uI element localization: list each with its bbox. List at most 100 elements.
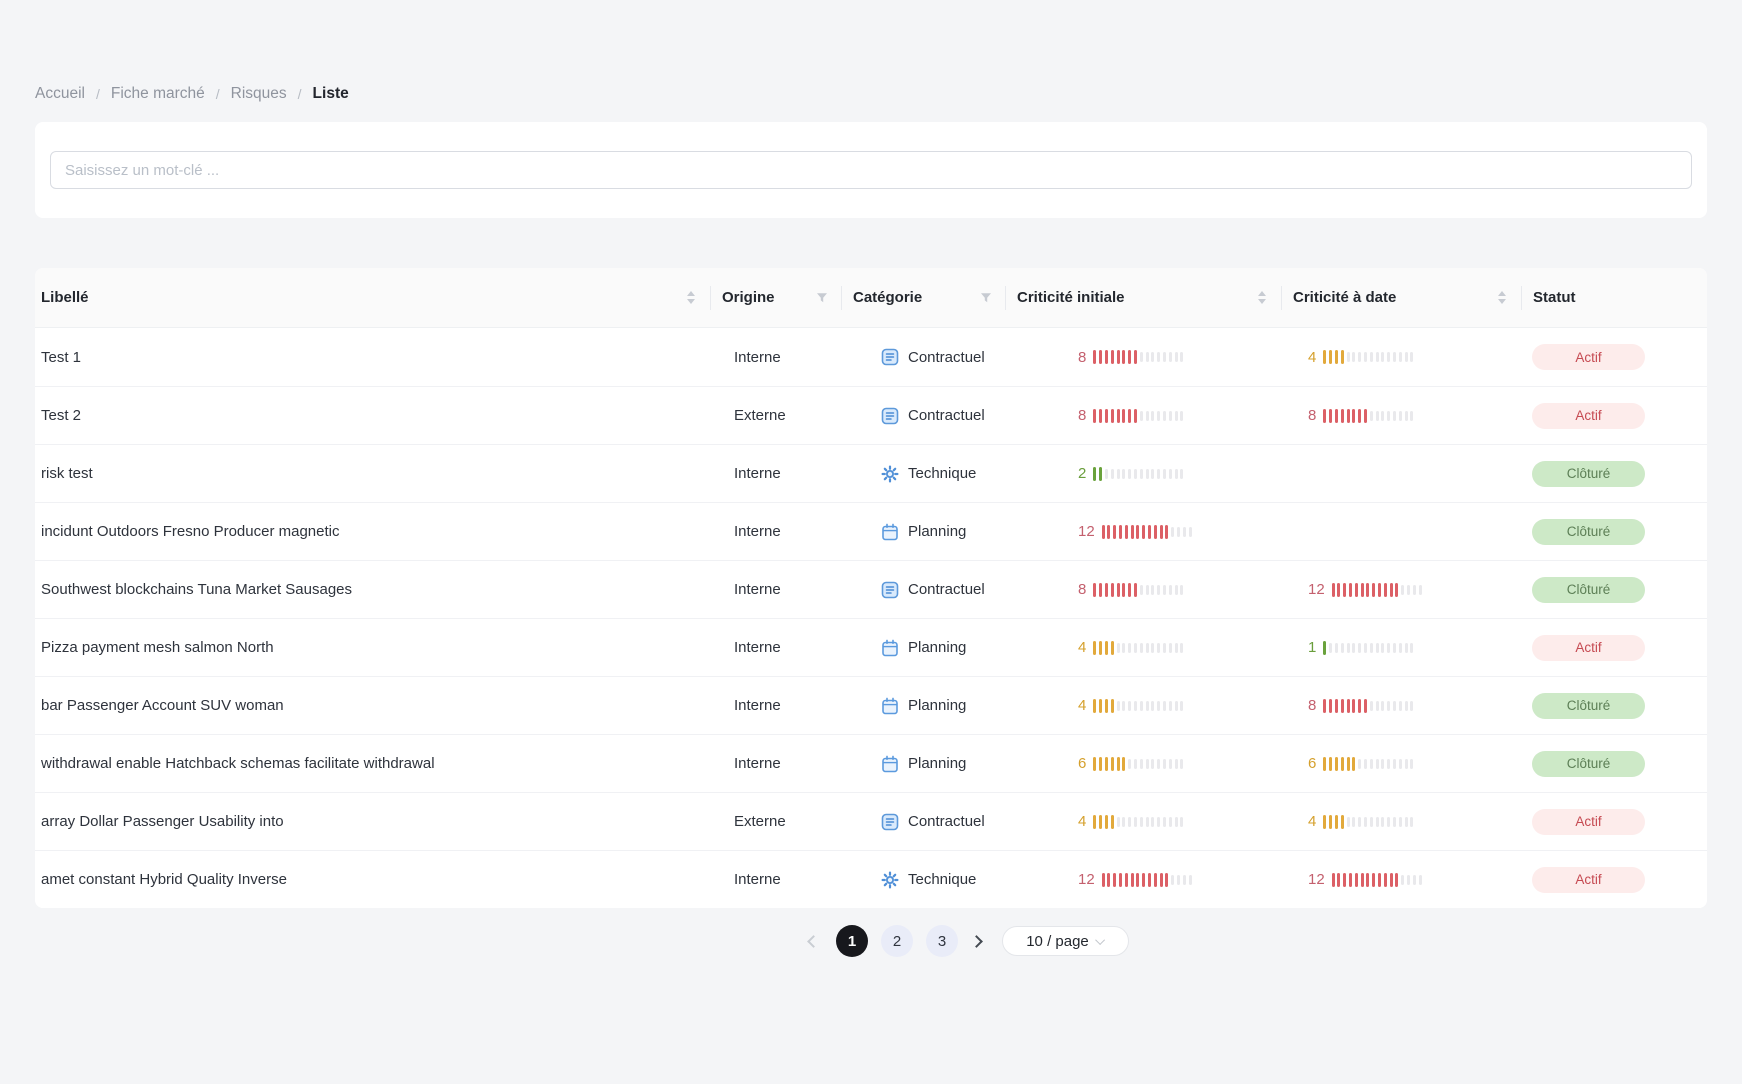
origin-value: Interne <box>734 639 781 656</box>
criticity-bars <box>1332 873 1425 887</box>
criticity-initial-gauge: 6 <box>1078 755 1186 772</box>
criticity-initial-gauge: 8 <box>1078 407 1186 424</box>
chevron-right-icon <box>970 935 983 948</box>
calendar-icon <box>881 639 899 657</box>
criticity-value: 1 <box>1308 639 1316 656</box>
filter-icon[interactable] <box>980 292 992 304</box>
criticity-value: 6 <box>1078 755 1086 772</box>
breadcrumb-liste-current: Liste <box>313 85 349 103</box>
table-row[interactable]: Southwest blockchains Tuna Market Sausag… <box>35 560 1707 618</box>
risk-label: Test 2 <box>41 407 81 424</box>
category-value: Planning <box>908 755 966 772</box>
table-row[interactable]: bar Passenger Account SUV woman Interne … <box>35 676 1707 734</box>
criticity-initial-gauge: 8 <box>1078 349 1186 366</box>
criticity-bars <box>1093 409 1186 423</box>
contract-icon <box>881 407 899 425</box>
filter-icon[interactable] <box>816 292 828 304</box>
pagination: 1 2 3 10 / page <box>803 925 1129 957</box>
criticity-value: 8 <box>1078 581 1086 598</box>
sort-icon[interactable] <box>687 291 695 304</box>
table-row[interactable]: array Dollar Passenger Usability into Ex… <box>35 792 1707 850</box>
criticity-value: 12 <box>1308 871 1325 888</box>
criticity-value: 12 <box>1078 871 1095 888</box>
category-value: Planning <box>908 639 966 656</box>
table-row[interactable]: withdrawal enable Hatchback schemas faci… <box>35 734 1707 792</box>
search-input[interactable] <box>50 151 1692 189</box>
risk-label: withdrawal enable Hatchback schemas faci… <box>41 755 435 772</box>
risk-label: amet constant Hybrid Quality Inverse <box>41 871 287 888</box>
criticity-current-gauge: 4 <box>1308 349 1416 366</box>
table-row[interactable]: Test 1 Interne Contractuel 8 4 Actif <box>35 328 1707 386</box>
origin-value: Interne <box>734 465 781 482</box>
criticity-value: 8 <box>1078 349 1086 366</box>
criticity-initial-gauge: 12 <box>1078 523 1194 540</box>
criticity-bars <box>1093 467 1186 481</box>
table-row[interactable]: incidunt Outdoors Fresno Producer magnet… <box>35 502 1707 560</box>
criticity-value: 8 <box>1308 407 1316 424</box>
origin-value: Interne <box>734 697 781 714</box>
page-button-1[interactable]: 1 <box>836 925 868 957</box>
column-header-statut: Statut <box>1521 268 1707 327</box>
previous-page-button[interactable] <box>803 925 823 957</box>
origin-value: Interne <box>734 581 781 598</box>
status-badge: Actif <box>1532 635 1645 661</box>
breadcrumb-separator: / <box>298 86 302 102</box>
criticity-current-gauge: 12 <box>1308 871 1424 888</box>
criticity-value: 4 <box>1078 697 1086 714</box>
criticity-initial-gauge: 4 <box>1078 813 1186 830</box>
category-value: Technique <box>908 871 976 888</box>
criticity-bars <box>1093 699 1186 713</box>
criticity-initial-gauge: 2 <box>1078 465 1186 482</box>
criticity-bars <box>1323 815 1416 829</box>
criticity-bars <box>1332 583 1425 597</box>
status-badge: Clôturé <box>1532 577 1645 603</box>
criticity-current-gauge: 4 <box>1308 813 1416 830</box>
criticity-value: 8 <box>1078 407 1086 424</box>
criticity-initial-gauge: 12 <box>1078 871 1194 888</box>
table-row[interactable]: amet constant Hybrid Quality Inverse Int… <box>35 850 1707 908</box>
criticity-initial-gauge: 4 <box>1078 697 1186 714</box>
column-label: Origine <box>722 289 775 306</box>
breadcrumb-accueil[interactable]: Accueil <box>35 85 85 103</box>
origin-value: Interne <box>734 523 781 540</box>
contract-icon <box>881 813 899 831</box>
criticity-value: 12 <box>1308 581 1325 598</box>
breadcrumb-fiche-marche[interactable]: Fiche marché <box>111 85 205 103</box>
category-value: Contractuel <box>908 813 985 830</box>
category-value: Technique <box>908 465 976 482</box>
breadcrumb-risques[interactable]: Risques <box>231 85 287 103</box>
criticity-bars <box>1093 583 1186 597</box>
search-card <box>35 122 1707 218</box>
page-button-3[interactable]: 3 <box>926 925 958 957</box>
page-button-2[interactable]: 2 <box>881 925 913 957</box>
criticity-bars <box>1102 873 1195 887</box>
sort-icon[interactable] <box>1258 291 1266 304</box>
origin-value: Interne <box>734 871 781 888</box>
contract-icon <box>881 581 899 599</box>
table-row[interactable]: Pizza payment mesh salmon North Interne … <box>35 618 1707 676</box>
status-badge: Clôturé <box>1532 461 1645 487</box>
column-header-criticite-initiale[interactable]: Criticité initiale <box>1005 268 1281 327</box>
criticity-current-gauge: 1 <box>1308 639 1416 656</box>
page-size-select[interactable]: 10 / page <box>1002 926 1129 956</box>
column-label: Statut <box>1533 289 1576 306</box>
next-page-button[interactable] <box>966 925 986 957</box>
criticity-value: 6 <box>1308 755 1316 772</box>
status-badge: Clôturé <box>1532 519 1645 545</box>
column-header-libelle[interactable]: Libellé <box>35 268 710 327</box>
risk-label: risk test <box>41 465 93 482</box>
table-row[interactable]: risk test Interne Technique 2 Clôturé <box>35 444 1707 502</box>
table-row[interactable]: Test 2 Externe Contractuel 8 8 Actif <box>35 386 1707 444</box>
chevron-down-icon <box>1095 935 1105 945</box>
breadcrumb-separator: / <box>216 86 220 102</box>
table-header-row: Libellé Origine Catégorie Criticité init… <box>35 268 1707 328</box>
sort-icon[interactable] <box>1498 291 1506 304</box>
column-header-criticite-a-date[interactable]: Criticité à date <box>1281 268 1521 327</box>
column-header-categorie: Catégorie <box>841 268 1005 327</box>
calendar-icon <box>881 697 899 715</box>
status-badge: Actif <box>1532 809 1645 835</box>
criticity-bars <box>1102 525 1195 539</box>
table-body: Test 1 Interne Contractuel 8 4 Actif Tes… <box>35 328 1707 908</box>
gear-icon <box>881 465 899 483</box>
criticity-value: 12 <box>1078 523 1095 540</box>
